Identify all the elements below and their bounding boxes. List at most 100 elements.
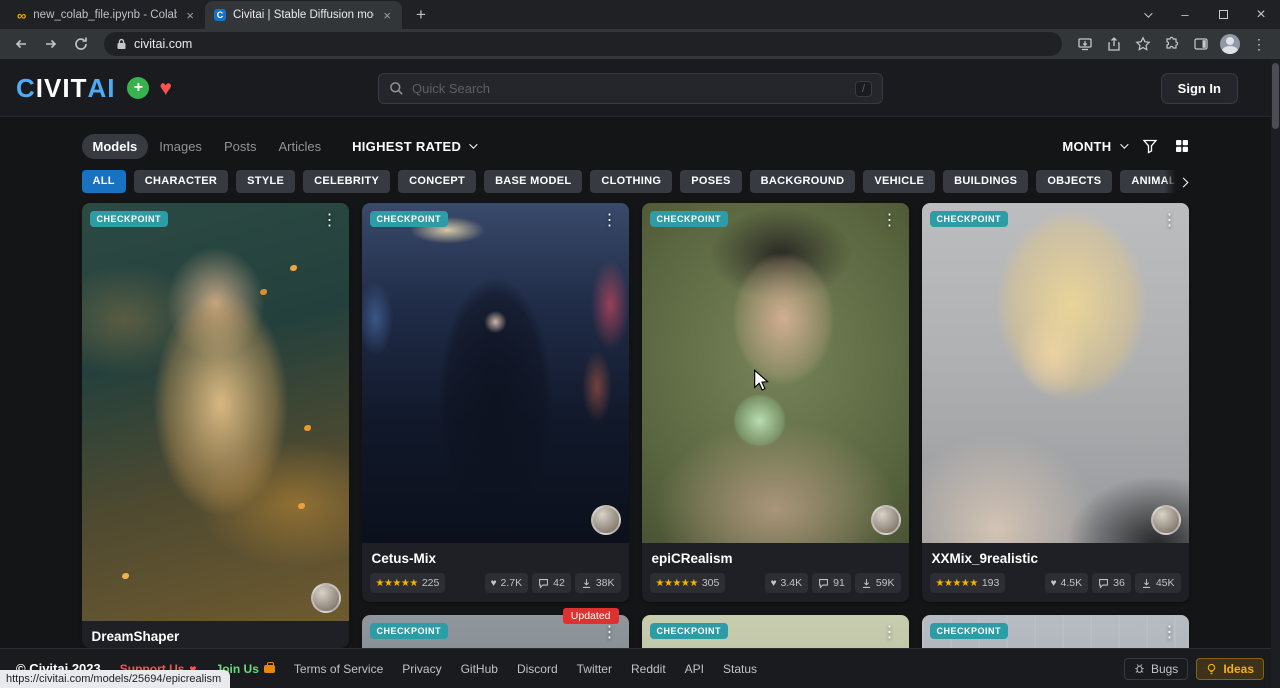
category-chip[interactable]: BACKGROUND <box>750 170 856 193</box>
extensions-puzzle-icon[interactable] <box>1159 31 1185 57</box>
favorites-heart-icon[interactable]: ♥ <box>159 78 171 99</box>
comments-pill[interactable]: 36 <box>1092 573 1131 593</box>
browser-tab-civitai[interactable]: C Civitai | Stable Diffusion models, × <box>205 1 402 29</box>
model-card-epicrealism[interactable]: CHECKPOINT ⋮ epiCRealism ★★★★★305 ♥3.4K … <box>642 203 909 602</box>
footer-link-reddit[interactable]: Reddit <box>631 662 666 676</box>
profile-avatar[interactable] <box>1217 31 1243 57</box>
browser-menu-icon[interactable]: ⋮ <box>1246 31 1272 57</box>
likes-pill[interactable]: ♥3.4K <box>765 573 809 593</box>
address-bar[interactable]: civitai.com <box>104 32 1062 56</box>
comments-pill[interactable]: 42 <box>532 573 571 593</box>
tab-models[interactable]: Models <box>82 134 149 159</box>
footer-link-status[interactable]: Status <box>723 662 757 676</box>
downloads-pill[interactable]: 38K <box>575 573 621 593</box>
star-rating-icon: ★★★★★ <box>656 578 698 589</box>
comments-pill[interactable]: 91 <box>812 573 851 593</box>
model-preview-image: CHECKPOINT ⋮ <box>82 203 349 621</box>
url-text: civitai.com <box>134 37 192 51</box>
model-card-xxmix9realistic[interactable]: CHECKPOINT ⋮ XXMix_9realistic ★★★★★193 ♥… <box>922 203 1189 602</box>
tab-close-icon[interactable]: × <box>381 9 393 22</box>
creator-avatar[interactable] <box>871 505 901 535</box>
model-card-cetus-mix[interactable]: CHECKPOINT ⋮ Cetus-Mix ★★★★★225 ♥2.7K 42… <box>362 203 629 602</box>
period-dropdown[interactable]: MONTH <box>1062 139 1125 154</box>
footer-link-privacy[interactable]: Privacy <box>402 662 441 676</box>
category-chip[interactable]: CONCEPT <box>398 170 476 193</box>
category-chip[interactable]: OBJECTS <box>1036 170 1112 193</box>
bugs-button[interactable]: Bugs <box>1124 658 1188 680</box>
card-menu-icon[interactable]: ⋮ <box>1158 208 1182 232</box>
tab-search-icon[interactable] <box>1128 0 1166 29</box>
card-menu-icon[interactable]: ⋮ <box>878 208 902 232</box>
browser-tab-colab[interactable]: ∞ new_colab_file.ipynb - Colaborat × <box>8 1 205 29</box>
side-panel-icon[interactable] <box>1188 31 1214 57</box>
downloads-pill[interactable]: 59K <box>855 573 901 593</box>
filter-funnel-icon[interactable] <box>1142 138 1158 154</box>
search-input[interactable] <box>412 81 847 96</box>
tab-images[interactable]: Images <box>148 134 213 159</box>
creator-avatar[interactable] <box>1151 505 1181 535</box>
model-stats: ★★★★★225 ♥2.7K 42 38K <box>362 570 629 602</box>
category-scroll-right-icon[interactable] <box>1164 170 1190 194</box>
category-chip-all[interactable]: ALL <box>82 170 126 193</box>
sign-in-button[interactable]: Sign In <box>1161 73 1238 104</box>
install-app-icon[interactable] <box>1072 31 1098 57</box>
maximize-button[interactable] <box>1204 0 1242 29</box>
card-menu-icon[interactable]: ⋮ <box>318 208 342 232</box>
civitai-logo[interactable]: CIVITAI <box>16 73 115 104</box>
close-window-button[interactable]: × <box>1242 0 1280 29</box>
card-menu-icon[interactable]: ⋮ <box>598 208 622 232</box>
share-icon[interactable] <box>1101 31 1127 57</box>
rating-pill[interactable]: ★★★★★193 <box>930 573 1006 593</box>
comment-icon <box>818 578 829 589</box>
model-stats: ★★★★★305 ♥3.4K 91 59K <box>642 570 909 602</box>
category-chip[interactable]: BASE MODEL <box>484 170 582 193</box>
logo-part: AI <box>87 73 115 104</box>
scrollbar-thumb[interactable] <box>1272 63 1279 129</box>
category-chip[interactable]: CHARACTER <box>134 170 228 193</box>
tab-articles[interactable]: Articles <box>267 134 332 159</box>
reload-icon[interactable] <box>68 31 94 57</box>
creator-avatar[interactable] <box>591 505 621 535</box>
search-bar[interactable]: / <box>378 73 883 104</box>
rating-pill[interactable]: ★★★★★305 <box>650 573 726 593</box>
minimize-button[interactable]: – <box>1166 0 1204 29</box>
downloads-pill[interactable]: 45K <box>1135 573 1181 593</box>
browser-tab-bar: ∞ new_colab_file.ipynb - Colaborat × C C… <box>0 0 1280 29</box>
footer-link-terms[interactable]: Terms of Service <box>294 662 383 676</box>
category-chip[interactable]: VEHICLE <box>863 170 935 193</box>
ideas-button[interactable]: Ideas <box>1196 658 1264 680</box>
back-icon[interactable] <box>8 31 34 57</box>
footer-link-api[interactable]: API <box>685 662 704 676</box>
tab-close-icon[interactable]: × <box>184 9 196 22</box>
rating-pill[interactable]: ★★★★★225 <box>370 573 446 593</box>
upload-plus-button[interactable]: + <box>127 77 149 99</box>
heart-icon: ♥ <box>1051 578 1057 589</box>
category-chip[interactable]: POSES <box>680 170 741 193</box>
card-menu-icon[interactable]: ⋮ <box>1158 620 1182 644</box>
category-chip[interactable]: CELEBRITY <box>303 170 390 193</box>
layout-grid-icon[interactable] <box>1174 138 1190 154</box>
creator-avatar[interactable] <box>311 583 341 613</box>
footer-link-github[interactable]: GitHub <box>461 662 498 676</box>
category-chip[interactable]: BUILDINGS <box>943 170 1028 193</box>
download-icon <box>581 578 592 589</box>
likes-pill[interactable]: ♥4.5K <box>1045 573 1089 593</box>
colab-favicon-icon: ∞ <box>17 8 26 23</box>
tab-title: new_colab_file.ipynb - Colaborat <box>33 9 177 21</box>
tab-title: Civitai | Stable Diffusion models, <box>233 9 374 21</box>
category-chip[interactable]: STYLE <box>236 170 295 193</box>
bookmark-star-icon[interactable] <box>1130 31 1156 57</box>
category-chip[interactable]: CLOTHING <box>590 170 672 193</box>
footer-link-twitter[interactable]: Twitter <box>577 662 612 676</box>
likes-pill[interactable]: ♥2.7K <box>485 573 529 593</box>
tab-posts[interactable]: Posts <box>213 134 268 159</box>
footer-link-discord[interactable]: Discord <box>517 662 558 676</box>
model-title: epiCRealism <box>642 543 909 570</box>
card-menu-icon[interactable]: ⋮ <box>878 620 902 644</box>
page-scrollbar[interactable] <box>1271 60 1280 688</box>
model-card-dreamshaper[interactable]: CHECKPOINT ⋮ DreamShaper <box>82 203 349 648</box>
sort-dropdown[interactable]: HIGHEST RATED <box>352 139 475 154</box>
forward-icon[interactable] <box>38 31 64 57</box>
star-rating-icon: ★★★★★ <box>376 578 418 589</box>
new-tab-button[interactable]: + <box>408 2 434 28</box>
